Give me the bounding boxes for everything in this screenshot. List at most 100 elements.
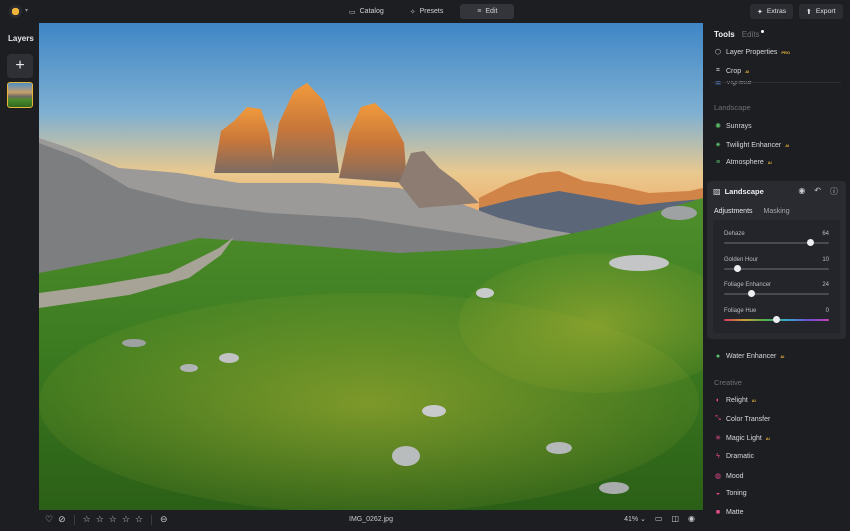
extras-button[interactable]: ✦ Extras: [750, 4, 794, 19]
tool-label: Relight: [726, 397, 748, 404]
monitor-icon[interactable]: ▭: [655, 514, 663, 523]
layers-panel: Layers +: [0, 23, 39, 531]
slider-label: Foliage Enhancer: [724, 282, 772, 288]
tool-label: Matte: [726, 509, 744, 516]
filename: IMG_0262.jpg: [349, 516, 393, 523]
extras-label: Extras: [766, 8, 787, 15]
plus-icon: +: [15, 57, 25, 74]
twilight-icon: ✷: [715, 142, 721, 149]
tab-edits[interactable]: Edits: [742, 30, 764, 39]
matte-icon: ■: [715, 509, 721, 516]
notification-dot: [760, 30, 764, 33]
zoom-value: 41%: [624, 515, 639, 523]
toning-icon: ◒: [715, 490, 721, 497]
tool-magic-light[interactable]: ✳ Magic Light AI: [714, 434, 770, 443]
tool-label: Color Transfer: [726, 415, 771, 423]
tab-edits-label: Edits: [741, 30, 760, 39]
slider-knob[interactable]: [806, 239, 814, 246]
tool-color-transfer[interactable]: ⤡ Color Transfer: [714, 415, 770, 423]
landscape-subtabs: Adjustments Masking: [714, 208, 790, 215]
tool-twilight-enhancer[interactable]: ✷ Twilight Enhancer AI: [714, 141, 790, 150]
sparkle-icon: ✦: [757, 8, 763, 16]
tool-label: Sunrays: [726, 122, 752, 130]
slider-knob[interactable]: [747, 290, 755, 297]
eye-icon[interactable]: ◉: [798, 186, 805, 197]
slider-label: Foliage Hue: [724, 308, 757, 314]
slider-knob[interactable]: [734, 265, 742, 272]
landscape-tool-card: ▨ Landscape ◉ ↶ ⓘ Adjustments Masking De…: [707, 181, 846, 339]
section-landscape: Landscape: [714, 103, 751, 112]
dramatic-icon: ϟ: [716, 453, 720, 460]
tab-edit[interactable]: ≡ Edit: [460, 4, 515, 19]
slider-value: 64: [822, 231, 829, 237]
ai-badge: AI: [780, 354, 785, 359]
export-button[interactable]: ⬆ Export: [799, 4, 843, 19]
landscape-card-actions: ◉ ↶ ⓘ: [798, 186, 838, 197]
landscape-card-title: Landscape: [724, 187, 764, 196]
export-icon: ⬆: [806, 8, 812, 16]
photo-canvas[interactable]: [39, 23, 703, 510]
magic-light-icon: ✳: [715, 435, 721, 442]
chevron-down-icon[interactable]: ▾: [25, 7, 28, 14]
layer-thumbnail[interactable]: [7, 82, 33, 108]
tool-dramatic[interactable]: ϟ Dramatic: [714, 453, 754, 460]
compare-icon[interactable]: ◫: [671, 514, 679, 523]
tool-sunrays[interactable]: ✺ Sunrays: [714, 122, 752, 131]
slider-track[interactable]: [724, 293, 829, 295]
layers-title: Layers: [8, 34, 34, 43]
panel-tabs: Tools Edits: [714, 30, 764, 39]
layers-icon: ⬡: [714, 49, 722, 56]
tool-toning[interactable]: ◒ Toning: [714, 490, 747, 497]
slider-value: 10: [822, 257, 829, 263]
slider-label: Dehaze: [724, 231, 745, 237]
add-layer-button[interactable]: +: [7, 54, 33, 78]
zoom-level[interactable]: 41% ⌄: [624, 515, 646, 523]
export-label: Export: [815, 8, 836, 15]
mode-tabs: ▭ Catalog ✧ Presets ≡ Edit: [340, 4, 515, 19]
pro-badge: PRO: [781, 49, 791, 55]
atmosphere-icon: ≡: [715, 159, 721, 166]
tool-crop[interactable]: ⌗ Crop AI: [714, 67, 749, 75]
tool-label: Atmosphere: [726, 159, 764, 166]
ai-badge: AI: [765, 435, 770, 441]
ai-badge: AI: [745, 68, 750, 74]
slider-knob[interactable]: [773, 316, 780, 323]
tool-atmosphere[interactable]: ≡ Atmosphere AI: [714, 159, 772, 166]
tab-masking[interactable]: Masking: [764, 208, 790, 215]
tab-presets-label: Presets: [419, 8, 444, 15]
tools-panel: Tools Edits ⬡ Layer Properties PRO ⌗ Cro…: [703, 23, 850, 531]
relight-icon: ◐: [715, 397, 721, 404]
tab-presets[interactable]: ✧ Presets: [401, 4, 453, 19]
view-controls: 41% ⌄ ▭ ◫ ◉: [624, 514, 695, 523]
tool-label: Layer Properties: [726, 48, 778, 56]
slider-value: 0: [825, 308, 829, 314]
slider-value: 24: [822, 282, 829, 288]
landscape-card-header[interactable]: ▨ Landscape: [713, 187, 764, 196]
tool-label: Crop: [726, 67, 742, 75]
slider-label: Golden Hour: [724, 257, 759, 263]
sparkle-icon: ✧: [409, 8, 416, 16]
app-logo-icon[interactable]: [9, 5, 22, 18]
tool-relight[interactable]: ◐ Relight AI: [714, 397, 756, 404]
tab-edit-label: Edit: [485, 8, 498, 15]
tool-mood[interactable]: ◍ Mood: [714, 472, 744, 481]
tab-catalog-label: Catalog: [359, 8, 384, 15]
tool-matte[interactable]: ■ Matte: [714, 509, 744, 516]
landscape-icon: ▨: [713, 187, 721, 196]
tool-water-enhancer[interactable]: ● Water Enhancer AI: [714, 353, 784, 360]
ai-badge: AI: [785, 142, 790, 148]
drop-icon: ●: [715, 353, 721, 360]
tool-label: Twilight Enhancer: [726, 141, 782, 149]
color-transfer-icon: ⤡: [715, 415, 721, 422]
bottom-bar: ♡ ⊘ ☆ ☆ ☆ ☆ ☆ ⊖ IMG_0262.jpg 41% ⌄ ▭ ◫ ◉: [39, 510, 703, 531]
tab-adjustments[interactable]: Adjustments: [714, 208, 753, 215]
tool-label: Mood: [726, 472, 744, 480]
tab-tools[interactable]: Tools: [714, 30, 735, 39]
undo-icon[interactable]: ↶: [814, 186, 821, 197]
tab-catalog[interactable]: ▭ Catalog: [340, 4, 393, 19]
ai-badge: AI: [751, 398, 756, 403]
eye-icon[interactable]: ◉: [688, 514, 695, 523]
info-icon[interactable]: ⓘ: [830, 186, 838, 197]
tool-layer-properties[interactable]: ⬡ Layer Properties PRO: [714, 48, 791, 57]
tool-label: Toning: [726, 490, 747, 497]
